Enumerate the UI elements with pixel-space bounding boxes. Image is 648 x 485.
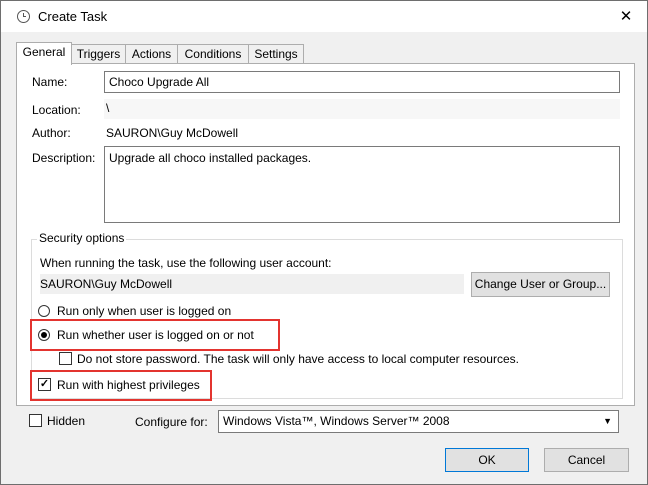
ok-button[interactable]: OK — [445, 448, 529, 472]
name-field[interactable]: Choco Upgrade All — [104, 71, 620, 93]
tab-general[interactable]: General — [16, 42, 72, 65]
author-label: Author: — [32, 126, 71, 140]
radio-run-whether-label: Run whether user is logged on or not — [57, 328, 254, 342]
cancel-button[interactable]: Cancel — [544, 448, 629, 472]
configure-for-value: Windows Vista™, Windows Server™ 2008 — [223, 414, 450, 428]
checkmark-icon: ✓ — [39, 378, 50, 390]
radio-run-whether[interactable] — [38, 329, 50, 341]
tab-actions[interactable]: Actions — [125, 44, 178, 64]
close-button[interactable]: ✕ — [605, 1, 647, 32]
configure-for-select[interactable]: Windows Vista™, Windows Server™ 2008 ▼ — [218, 410, 619, 433]
radio-logged-on-label: Run only when user is logged on — [57, 304, 232, 318]
hidden-label: Hidden — [47, 414, 86, 428]
tab-conditions[interactable]: Conditions — [177, 44, 249, 64]
name-label: Name: — [32, 75, 68, 89]
location-value: \ — [106, 101, 110, 115]
location-field: \ — [104, 99, 620, 119]
user-account-field: SAURON\Guy McDowell — [40, 274, 464, 294]
tab-settings[interactable]: Settings — [248, 44, 304, 64]
account-prompt: When running the task, use the following… — [40, 256, 332, 270]
clock-icon — [17, 10, 30, 23]
description-label: Description: — [32, 151, 96, 165]
security-options-title: Security options — [37, 231, 127, 245]
close-icon: ✕ — [619, 8, 633, 25]
window-title: Create Task — [38, 9, 108, 24]
highest-privileges-checkbox[interactable]: ✓ — [38, 378, 51, 391]
tab-triggers[interactable]: Triggers — [71, 44, 126, 64]
do-not-store-password-label: Do not store password. The task will onl… — [77, 352, 519, 366]
highest-privileges-label: Run with highest privileges — [57, 378, 200, 392]
title-bar[interactable]: Create Task ✕ — [1, 1, 647, 32]
location-label: Location: — [32, 103, 81, 117]
create-task-dialog: Create Task ✕ General Triggers Actions C… — [0, 0, 648, 485]
hidden-checkbox[interactable] — [29, 414, 42, 427]
do-not-store-password-checkbox[interactable] — [59, 352, 72, 365]
change-user-button[interactable]: Change User or Group... — [471, 272, 610, 297]
description-field[interactable]: Upgrade all choco installed packages. — [104, 146, 620, 223]
configure-for-label: Configure for: — [135, 415, 208, 429]
general-panel: Name: Choco Upgrade All Location: \ Auth… — [16, 63, 635, 406]
chevron-down-icon: ▼ — [603, 416, 612, 426]
radio-logged-on[interactable] — [38, 305, 50, 317]
